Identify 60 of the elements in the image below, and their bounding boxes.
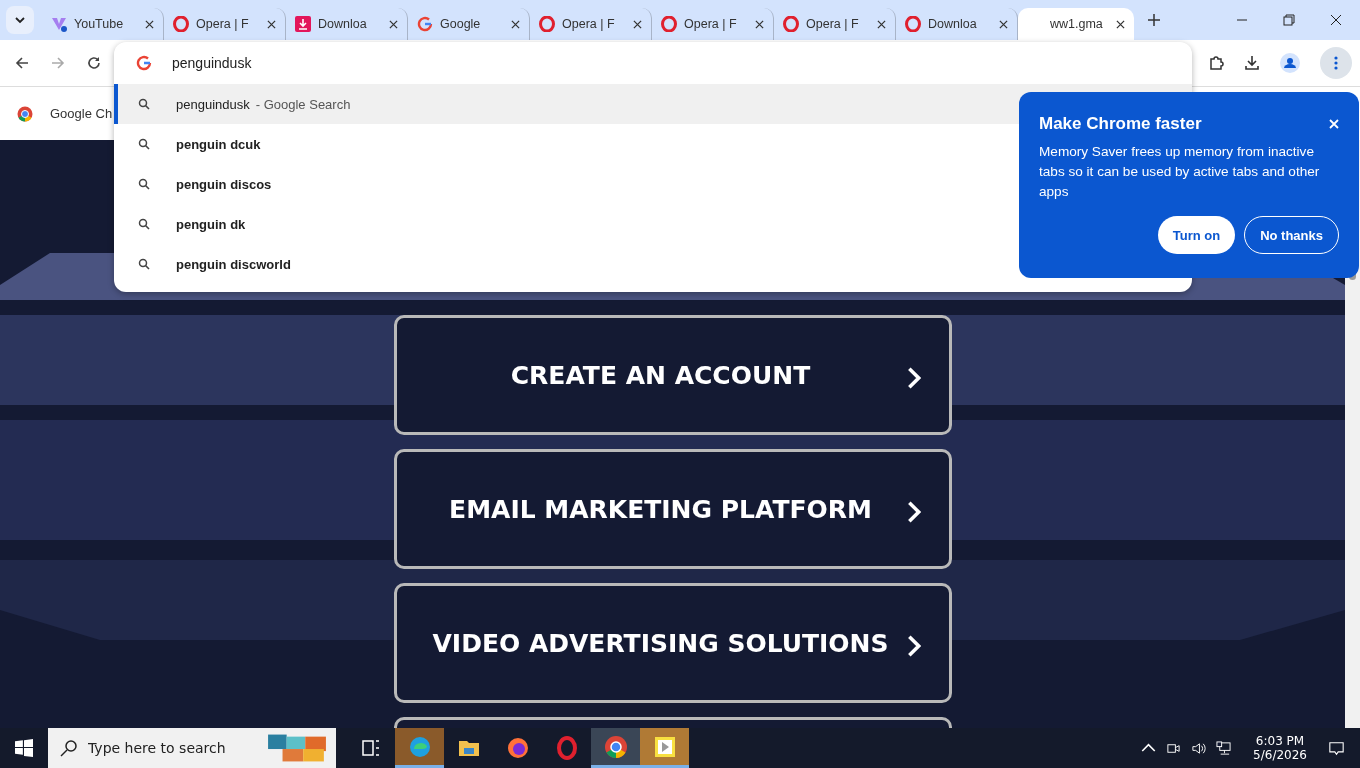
close-icon[interactable] [1116,19,1125,29]
link-button[interactable]: CREATE AN ACCOUNT [393,315,952,435]
search-icon [60,739,78,757]
caret-icon [14,16,26,24]
notification-icon[interactable] [1329,740,1344,756]
chevron-right-icon [906,366,921,390]
close-icon[interactable] [267,19,276,29]
restore-icon[interactable] [1283,14,1295,26]
search-icon [138,258,150,270]
reload-icon[interactable] [86,55,102,71]
link-button[interactable]: VIDEO ADVERTISING SOLUTIONS [393,583,952,703]
chevron-right-icon [906,634,921,658]
search-icon [138,98,150,110]
firefox-logo-icon [505,736,530,760]
opera-icon [539,16,555,32]
close-icon[interactable] [389,19,398,29]
opera-icon [905,16,921,32]
opera-icon [661,16,677,32]
close-icon[interactable] [755,19,764,29]
taskbar-search-field[interactable]: Type here to search [86,739,260,757]
close-icon[interactable] [511,19,520,29]
search-icon [138,138,150,150]
browser-tab[interactable]: ww1.gma [1018,8,1134,40]
menu-icon [1334,56,1338,70]
bubble-button[interactable]: Turn on [1157,216,1236,254]
bubble-text: Memory Saver frees up memory from inactive tabs so it can be used by active tabs and other apps [1039,143,1321,201]
tab-search-button[interactable] [6,6,34,34]
v-logo-icon [51,16,67,32]
network-icon[interactable] [1216,740,1232,756]
chrome-logo-icon [17,105,33,122]
clock[interactable]: 6:03 PM 5/6/2026 [1253,734,1307,762]
chevron-right-icon [906,500,921,524]
taskbar-search-box[interactable]: Type here to search [48,728,336,768]
bookmark-item[interactable]: Google Ch [17,105,113,122]
close-icon[interactable] [1330,14,1342,26]
play-icon [652,734,677,759]
search-icon [138,218,150,230]
volume-icon[interactable] [1191,740,1207,756]
close-icon[interactable] [633,19,642,29]
close-icon[interactable] [877,19,886,29]
edge-logo-icon [407,734,432,759]
puzzle-icon [266,732,328,764]
google-icon [417,16,433,32]
link-button[interactable]: EMAIL MARKETING PLATFORM [393,449,952,569]
opera-logo-icon [554,736,579,760]
profile-icon[interactable] [1280,53,1300,73]
back-icon[interactable] [14,55,30,71]
download-icon[interactable] [1244,55,1260,71]
close-icon[interactable] [999,19,1008,29]
taskbar-app[interactable] [591,728,640,768]
windows-start-icon[interactable] [15,739,33,757]
opera-icon [173,16,189,32]
google-icon [136,55,152,71]
extensions-icon[interactable] [1208,55,1224,71]
opera-icon [783,16,799,32]
new-tab-icon[interactable] [1148,14,1160,26]
search-icon [138,178,150,190]
download-icon [295,16,311,32]
close-icon[interactable] [145,19,154,29]
chrome-logo-icon [603,734,628,759]
